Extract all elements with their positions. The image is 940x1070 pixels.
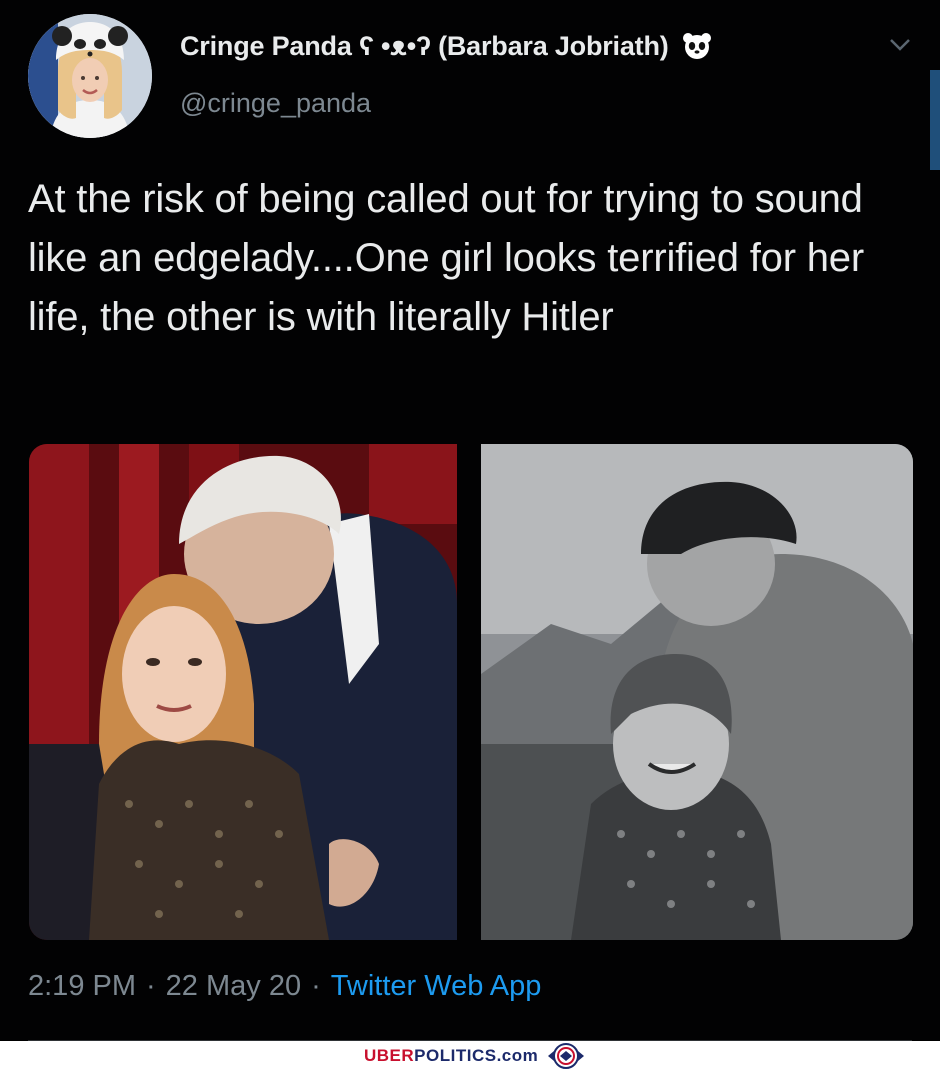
- scrollbar[interactable]: [930, 70, 940, 170]
- photo-right[interactable]: [481, 444, 913, 940]
- author-handle[interactable]: @cringe_panda: [180, 88, 371, 119]
- photo-left[interactable]: [29, 444, 457, 940]
- author-row: Cringe Panda ʕ •ᴥ•ʔ (Barbara Jobriath): [180, 30, 713, 62]
- tweet-card: Cringe Panda ʕ •ᴥ•ʔ (Barbara Jobriath) @…: [0, 0, 940, 1041]
- panda-face-icon: [682, 33, 711, 59]
- tweet-date[interactable]: 22 May 20: [166, 970, 301, 1003]
- watermark-text: UBERPOLITICS.com: [364, 1046, 538, 1066]
- watermark-part-uber: UBER: [364, 1046, 415, 1065]
- tweet-media[interactable]: [29, 444, 913, 940]
- avatar[interactable]: [28, 14, 152, 138]
- meta-separator: ·: [146, 970, 156, 1002]
- tweet-time[interactable]: 2:19 PM: [28, 970, 136, 1003]
- tweet-source-link[interactable]: Twitter Web App: [331, 970, 542, 1003]
- tweet-meta: 2:19 PM · 22 May 20 · Twitter Web App: [28, 970, 541, 1003]
- avatar-image: [28, 14, 152, 138]
- photo-left-image: [29, 444, 457, 940]
- watermark-seal-icon: [548, 1043, 584, 1069]
- watermark-part-politics: POLITICS.com: [414, 1046, 539, 1065]
- photo-right-image: [481, 444, 913, 940]
- meta-separator: ·: [311, 970, 321, 1002]
- display-name[interactable]: Cringe Panda ʕ •ᴥ•ʔ (Barbara Jobriath): [180, 31, 669, 62]
- chevron-down-icon[interactable]: [888, 36, 912, 54]
- tweet-text: At the risk of being called out for tryi…: [28, 177, 864, 339]
